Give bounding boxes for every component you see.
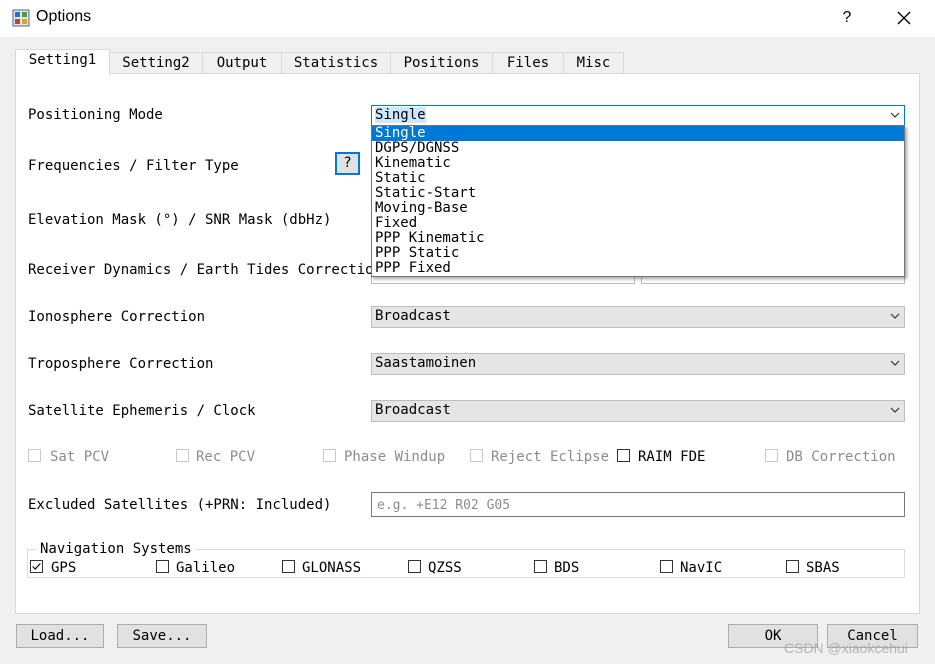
reject-eclipse-checkbox[interactable] [470,449,483,462]
excluded-satellites-label: Excluded Satellites (+PRN: Included) [28,497,332,513]
excluded-satellites-input[interactable] [375,494,899,516]
watermark: CSDN @xiaokcehui [784,640,908,656]
bds-checkbox[interactable] [534,560,547,573]
rec-pcv-label: Rec PCV [196,449,256,465]
tab-setting2[interactable]: Setting2 [109,52,203,74]
positioning-mode-combo[interactable]: Single [371,105,905,127]
tab-statistics[interactable]: Statistics [281,52,391,74]
dropdown-option[interactable]: Static [372,171,904,186]
navic-checkbox[interactable] [660,560,673,573]
ionosphere-label: Ionosphere Correction [28,309,206,325]
dropdown-option[interactable]: Moving-Base [372,201,904,216]
dropdown-option[interactable]: Fixed [372,216,904,231]
galileo-label: Galileo [176,560,236,576]
chevron-down-icon [890,407,900,413]
positioning-mode-value: Single [375,107,426,123]
save-button[interactable]: Save... [117,624,207,648]
ephemeris-combo[interactable]: Broadcast [371,400,905,422]
dropdown-option[interactable]: Kinematic [372,156,904,171]
tab-setting1[interactable]: Setting1 [15,49,110,75]
troposphere-label: Troposphere Correction [28,356,214,372]
rec-pcv-checkbox[interactable] [176,449,189,462]
app-icon [12,9,30,27]
load-button[interactable]: Load... [16,624,104,648]
glonass-label: GLONASS [302,560,362,576]
chevron-down-icon [890,112,900,118]
dropdown-option[interactable]: Static-Start [372,186,904,201]
dropdown-option[interactable]: PPP Fixed [372,261,904,276]
sbas-label: SBAS [806,560,840,576]
tab-files[interactable]: Files [492,52,564,74]
navigation-systems-title: Navigation Systems [37,541,195,557]
bds-label: BDS [554,560,580,576]
raim-fde-checkbox[interactable] [617,449,630,462]
chevron-down-icon [890,360,900,366]
ionosphere-combo[interactable]: Broadcast [371,306,905,328]
tab-misc[interactable]: Misc [563,52,624,74]
sbas-checkbox[interactable] [786,560,799,573]
positioning-mode-label: Positioning Mode [28,107,163,123]
ephemeris-value: Broadcast [375,402,451,418]
sat-pcv-checkbox[interactable] [28,449,41,462]
glonass-checkbox[interactable] [282,560,295,573]
positioning-mode-dropdown: Single DGPS/DGNSS Kinematic Static Stati… [371,125,905,277]
galileo-checkbox[interactable] [156,560,169,573]
help-button[interactable]: ? [835,4,859,32]
chevron-down-icon [890,313,900,319]
troposphere-combo[interactable]: Saastamoinen [371,353,905,375]
sat-pcv-label: Sat PCV [50,449,110,465]
qzss-checkbox[interactable] [408,560,421,573]
title-bar: Options ? [0,0,935,37]
gps-label: GPS [51,560,77,576]
frequencies-label: Frequencies / Filter Type [28,158,239,174]
receiver-dynamics-label: Receiver Dynamics / Earth Tides Correcti… [28,262,383,278]
dropdown-option[interactable]: PPP Static [372,246,904,261]
raim-fde-label: RAIM FDE [638,449,706,465]
ephemeris-label: Satellite Ephemeris / Clock [28,403,256,419]
troposphere-value: Saastamoinen [375,355,477,371]
window-title: Options [36,8,92,25]
tab-positions[interactable]: Positions [390,52,493,74]
dropdown-option[interactable]: DGPS/DGNSS [372,141,904,156]
navic-label: NavIC [680,560,723,576]
reject-eclipse-label: Reject Eclipse [491,449,610,465]
elevation-mask-label: Elevation Mask (°) / SNR Mask (dbHz) [28,212,332,228]
phase-windup-checkbox[interactable] [323,449,336,462]
dropdown-option[interactable]: Single [372,126,904,141]
gps-checkbox[interactable] [30,560,43,573]
frequencies-help-button[interactable]: ? [335,152,360,175]
dropdown-option[interactable]: PPP Kinematic [372,231,904,246]
ionosphere-value: Broadcast [375,308,451,324]
tab-output[interactable]: Output [202,52,282,74]
close-icon[interactable] [890,4,918,32]
phase-windup-label: Phase Windup [344,449,446,465]
db-correction-checkbox[interactable] [765,449,778,462]
excluded-satellites-field[interactable] [371,492,905,517]
db-correction-label: DB Correction [786,449,896,465]
qzss-label: QZSS [428,560,462,576]
